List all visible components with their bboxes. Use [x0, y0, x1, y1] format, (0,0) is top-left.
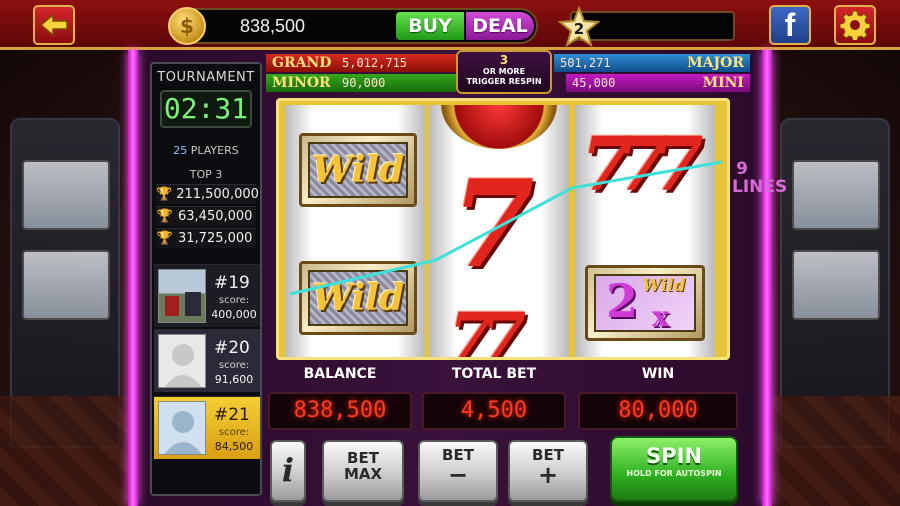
- player-score: 91,600: [214, 373, 254, 386]
- jackpot-value: 45,000: [572, 76, 616, 90]
- bet-max-button[interactable]: BET MAX: [322, 440, 404, 502]
- level-number: 2: [573, 20, 585, 38]
- player-card[interactable]: #19 score: 400,000: [154, 264, 260, 327]
- spin-sub-label: HOLD FOR AUTOSPIN: [626, 469, 722, 478]
- jackpot-value: 501,271: [560, 56, 611, 70]
- coin-balance-bar: $ 838,500 BUY DEAL: [168, 7, 538, 45]
- back-arrow-icon: [39, 13, 68, 37]
- deal-button[interactable]: DEAL: [466, 12, 534, 40]
- win-value: 80,000: [578, 392, 738, 430]
- jackpot-label: GRAND: [272, 55, 332, 71]
- coin-amount: 838,500: [240, 16, 306, 36]
- level-badge: 2: [558, 6, 600, 48]
- leaderboard-row: 🏆 31,725,000: [156, 228, 256, 248]
- players-count: 25: [173, 144, 188, 157]
- total-bet-value: 4,500: [422, 392, 566, 430]
- player-rank: #19: [214, 273, 250, 293]
- minus-icon: −: [447, 461, 469, 489]
- jackpot-mini: 45,000 MINI: [566, 74, 750, 92]
- player-score: 84,500: [214, 440, 254, 453]
- player-score-label: score:: [218, 360, 250, 371]
- leaderboard-row: 🏆 211,500,000: [156, 184, 259, 204]
- jackpot-label: MAJOR: [687, 55, 744, 71]
- total-bet-panel: TOTAL BET 4,500: [422, 366, 566, 430]
- avatar-placeholder: [158, 401, 206, 455]
- bet-minus-button[interactable]: BET −: [418, 440, 498, 502]
- jackpot-value: 5,012,715: [342, 56, 408, 70]
- player-card-me[interactable]: #21 score: 84,500: [154, 396, 260, 459]
- respin-trigger-badge: 3 OR MORE TRIGGER RESPIN: [456, 50, 552, 94]
- player-rank: #20: [214, 338, 250, 358]
- settings-button[interactable]: [834, 5, 876, 45]
- player-rank: #21: [214, 405, 250, 425]
- tournament-title: TOURNAMENT: [157, 70, 255, 85]
- bet-max-label: BET: [347, 449, 379, 467]
- buy-button[interactable]: BUY: [396, 12, 464, 40]
- leaderboard-score: 31,725,000: [178, 231, 253, 246]
- spin-button[interactable]: SPIN HOLD FOR AUTOSPIN: [610, 436, 738, 502]
- facebook-button[interactable]: f: [769, 5, 811, 45]
- jackpot-label: MINI: [702, 75, 744, 91]
- top-bar: $ 838,500 BUY DEAL 2 f: [0, 0, 900, 50]
- bet-plus-button[interactable]: BET +: [508, 440, 588, 502]
- bet-max-label: MAX: [343, 465, 383, 483]
- players-label: PLAYERS: [190, 144, 239, 157]
- top3-label: TOP 3: [189, 168, 223, 181]
- balance-label: BALANCE: [303, 366, 377, 382]
- jackpot-major: 501,271 MAJOR: [554, 54, 750, 72]
- win-panel: WIN 80,000: [578, 366, 738, 430]
- avatar-placeholder: [158, 334, 206, 388]
- player-card[interactable]: #20 score: 91,600: [154, 329, 260, 392]
- balance-value: 838,500: [268, 392, 412, 430]
- jackpot-minor: MINOR 90,000: [266, 74, 456, 92]
- player-score: 400,000: [211, 308, 257, 321]
- win-label: WIN: [641, 366, 675, 382]
- player-score-label: score:: [218, 295, 250, 306]
- tournament-players: 25 PLAYERS: [152, 144, 260, 157]
- avatar: [158, 269, 206, 323]
- plus-icon: +: [537, 461, 559, 489]
- trigger-count: 3: [499, 53, 509, 67]
- winning-payline: [289, 160, 723, 296]
- neon-strip-right: [762, 50, 772, 506]
- jackpot-label: MINOR: [272, 75, 331, 91]
- trophy-icon: 🏆: [156, 187, 173, 202]
- leaderboard-score: 211,500,000: [176, 187, 259, 202]
- trophy-icon: 🏆: [156, 231, 174, 246]
- coin-icon: $: [168, 7, 206, 45]
- spin-label: SPIN: [646, 444, 702, 468]
- trigger-text: TRIGGER RESPIN: [466, 77, 542, 86]
- jackpot-value: 90,000: [342, 76, 386, 90]
- jackpot-grand: GRAND 5,012,715: [266, 54, 466, 72]
- tournament-timer: 02:31: [160, 90, 252, 128]
- trigger-text: OR MORE: [482, 67, 526, 76]
- lines-label: 9 LINES: [732, 159, 787, 196]
- facebook-icon: f: [784, 6, 796, 43]
- leaderboard-row: 🏆 63,450,000: [156, 206, 256, 226]
- gear-icon: [840, 10, 870, 40]
- total-bet-label: TOTAL BET: [451, 366, 537, 382]
- player-score-label: score:: [218, 427, 250, 438]
- back-button[interactable]: [33, 5, 75, 45]
- balance-panel: BALANCE 838,500: [268, 366, 412, 430]
- info-button[interactable]: i: [270, 440, 306, 502]
- neon-strip-left: [128, 50, 138, 506]
- tournament-panel: TOURNAMENT 02:31 25 PLAYERS TOP 3 🏆 211,…: [150, 62, 262, 496]
- leaderboard-score: 63,450,000: [178, 209, 253, 224]
- trophy-icon: 🏆: [156, 209, 174, 224]
